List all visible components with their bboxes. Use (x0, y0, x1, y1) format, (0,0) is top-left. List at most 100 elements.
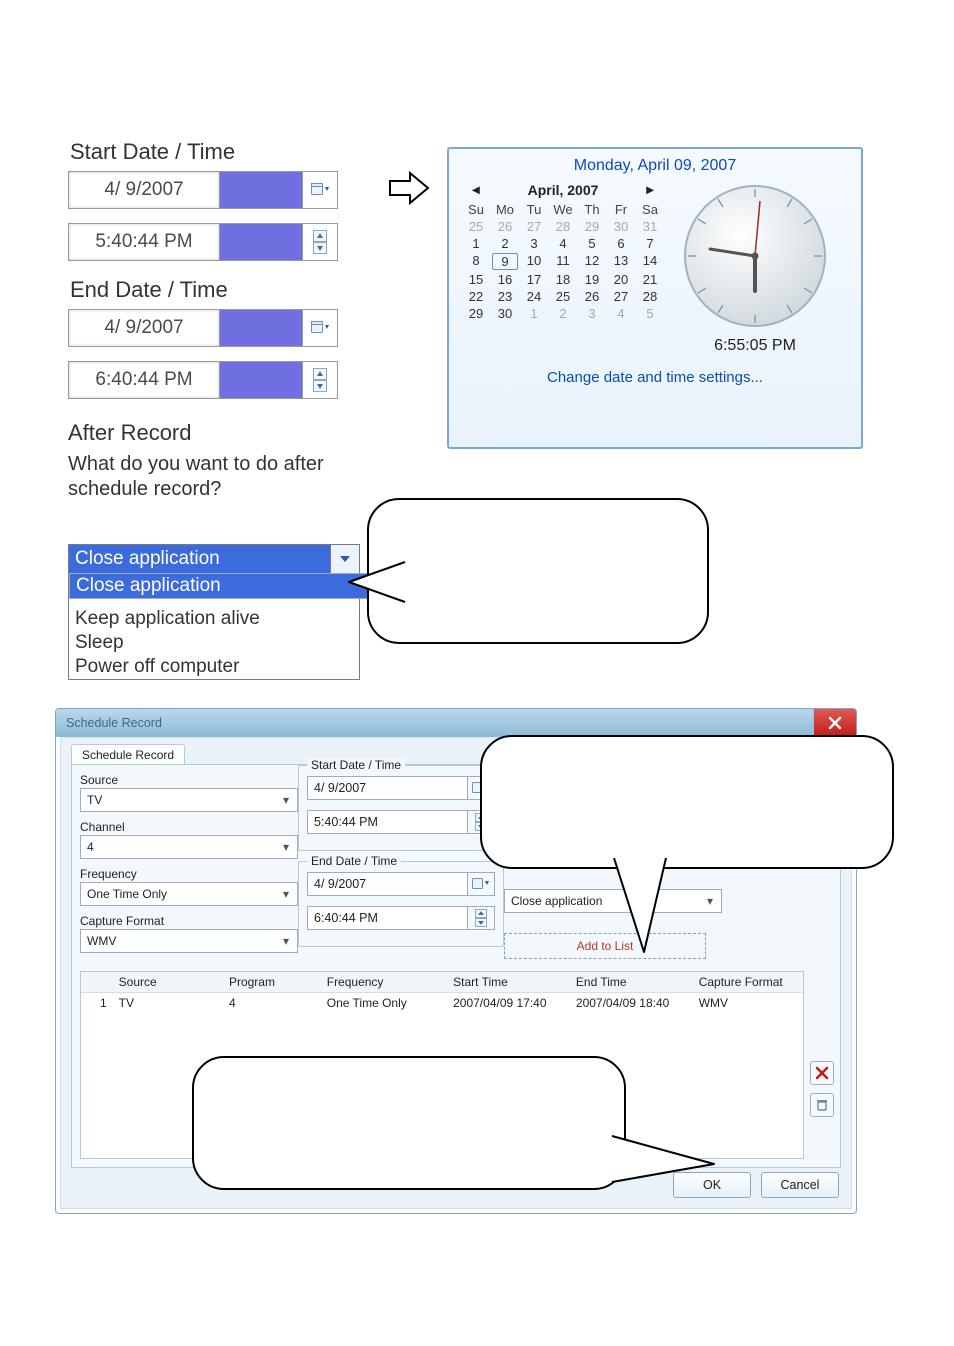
datetime-popup: Monday, April 09, 2007 ◂ April, 2007 ▸ S… (447, 147, 863, 449)
calendar-day[interactable]: 7 (637, 236, 663, 251)
calendar-day[interactable]: 1 (521, 306, 547, 321)
calendar-day[interactable]: 21 (637, 272, 663, 287)
calendar-day[interactable]: 5 (579, 236, 605, 251)
cancel-button[interactable]: Cancel (761, 1172, 839, 1198)
calendar-day[interactable]: 2 (492, 236, 518, 251)
callout-tail-icon (594, 856, 684, 956)
calendar-day[interactable]: 24 (521, 289, 547, 304)
after-record-combo[interactable]: Close application Close applicationKeep … (68, 544, 360, 680)
calendar-grid[interactable]: SuMoTuWeThFrSa25262728293031123456789101… (463, 202, 663, 321)
calendar-day[interactable]: 2 (550, 306, 576, 321)
callout-add-to-list (480, 735, 894, 869)
after-record-option[interactable]: Close application (69, 573, 373, 599)
calendar-day[interactable]: 29 (463, 306, 489, 321)
calendar-dow: Mo (492, 202, 518, 217)
calendar-day[interactable]: 20 (608, 272, 634, 287)
after-record-title: After Record (68, 420, 388, 446)
format-select[interactable]: WMV▾ (80, 929, 298, 953)
frequency-label: Frequency (80, 867, 286, 881)
calendar-day[interactable]: 15 (463, 272, 489, 287)
start-time-input[interactable]: 5:40:44 PM (68, 223, 220, 261)
calendar-day[interactable]: 1 (463, 236, 489, 251)
calendar-day[interactable]: 13 (608, 253, 634, 270)
calendar-day[interactable]: 17 (521, 272, 547, 287)
end-date-row[interactable]: 4/ 9/2007 (68, 309, 368, 347)
start-date-input[interactable]: 4/ 9/2007 (68, 171, 220, 209)
end-datetime-fieldset: End Date / Time 4/ 9/2007 6:40:44 PM (298, 861, 504, 947)
calendar-dropdown-icon (472, 878, 490, 890)
calendar-day[interactable]: 3 (521, 236, 547, 251)
end-time-row[interactable]: 6:40:44 PM (68, 361, 368, 399)
calendar-day[interactable]: 25 (550, 289, 576, 304)
calendar-day[interactable]: 14 (637, 253, 663, 270)
calendar-day[interactable]: 30 (608, 219, 634, 234)
start-time-row[interactable]: 5:40:44 PM (68, 223, 368, 261)
end-time-spinner[interactable] (302, 361, 338, 399)
win-end-date[interactable]: 4/ 9/2007 (307, 872, 495, 896)
delete-item-button[interactable] (810, 1061, 834, 1085)
calendar[interactable]: ◂ April, 2007 ▸ SuMoTuWeThFrSa2526272829… (463, 179, 663, 355)
calendar-day[interactable]: 25 (463, 219, 489, 234)
tab-schedule-record[interactable]: Schedule Record (71, 744, 185, 765)
calendar-day[interactable]: 16 (492, 272, 518, 287)
calendar-day[interactable]: 5 (637, 306, 663, 321)
calendar-day[interactable]: 29 (579, 219, 605, 234)
end-time-input[interactable]: 6:40:44 PM (68, 361, 220, 399)
calendar-day[interactable]: 22 (463, 289, 489, 304)
table-row[interactable]: 1TV4One Time Only2007/04/09 17:402007/04… (81, 993, 803, 1013)
calendar-day[interactable]: 27 (608, 289, 634, 304)
callout-after-record (367, 498, 709, 644)
calendar-day[interactable]: 31 (637, 219, 663, 234)
calendar-day[interactable]: 18 (550, 272, 576, 287)
spinner-icon (313, 368, 327, 392)
calendar-dropdown-icon (311, 321, 329, 335)
calendar-day[interactable]: 9 (492, 253, 518, 270)
calendar-day[interactable]: 28 (550, 219, 576, 234)
window-close-button[interactable] (813, 709, 856, 737)
after-record-option[interactable]: Keep application alive (69, 607, 359, 631)
calendar-day[interactable]: 8 (463, 253, 489, 270)
calendar-day[interactable]: 23 (492, 289, 518, 304)
time-spinner[interactable] (467, 907, 494, 929)
win-start-time[interactable]: 5:40:44 PM (307, 810, 495, 834)
change-datetime-link[interactable]: Change date and time settings... (449, 369, 861, 386)
after-record-option[interactable]: Sleep (69, 631, 359, 655)
channel-select[interactable]: 4▾ (80, 835, 298, 859)
calendar-day[interactable]: 26 (579, 289, 605, 304)
after-record-list[interactable]: Close applicationKeep application aliveS… (69, 573, 359, 679)
calendar-prev-button[interactable]: ◂ (469, 181, 483, 198)
end-date-input[interactable]: 4/ 9/2007 (68, 309, 220, 347)
calendar-day[interactable]: 11 (550, 253, 576, 270)
window-titlebar[interactable]: Schedule Record (56, 709, 856, 737)
calendar-day[interactable]: 19 (579, 272, 605, 287)
calendar-day[interactable]: 12 (579, 253, 605, 270)
date-picker-button[interactable] (467, 873, 494, 895)
frequency-select[interactable]: One Time Only▾ (80, 882, 298, 906)
start-date-row[interactable]: 4/ 9/2007 (68, 171, 368, 209)
calendar-day[interactable]: 6 (608, 236, 634, 251)
spinner-icon (313, 230, 327, 254)
calendar-dow: We (550, 202, 576, 217)
calendar-day[interactable]: 4 (550, 236, 576, 251)
win-end-time[interactable]: 6:40:44 PM (307, 906, 495, 930)
calendar-day[interactable]: 27 (521, 219, 547, 234)
start-time-spinner[interactable] (302, 223, 338, 261)
after-record-option[interactable]: Power off computer (69, 655, 359, 679)
win-start-date[interactable]: 4/ 9/2007 (307, 776, 495, 800)
calendar-day[interactable]: 10 (521, 253, 547, 270)
calendar-day[interactable]: 28 (637, 289, 663, 304)
calendar-day[interactable]: 26 (492, 219, 518, 234)
spinner-icon (475, 909, 487, 927)
channel-label: Channel (80, 820, 286, 834)
calendar-day[interactable]: 4 (608, 306, 634, 321)
calendar-next-button[interactable]: ▸ (643, 181, 657, 198)
calendar-day[interactable]: 30 (492, 306, 518, 321)
calendar-day[interactable]: 3 (579, 306, 605, 321)
clear-list-button[interactable] (810, 1093, 834, 1117)
end-date-picker-button[interactable] (302, 309, 338, 347)
start-date-picker-button[interactable] (302, 171, 338, 209)
calendar-dropdown-icon (311, 183, 329, 197)
calendar-dow: Th (579, 202, 605, 217)
chevron-down-icon: ▾ (703, 894, 717, 908)
source-select[interactable]: TV▾ (80, 788, 298, 812)
